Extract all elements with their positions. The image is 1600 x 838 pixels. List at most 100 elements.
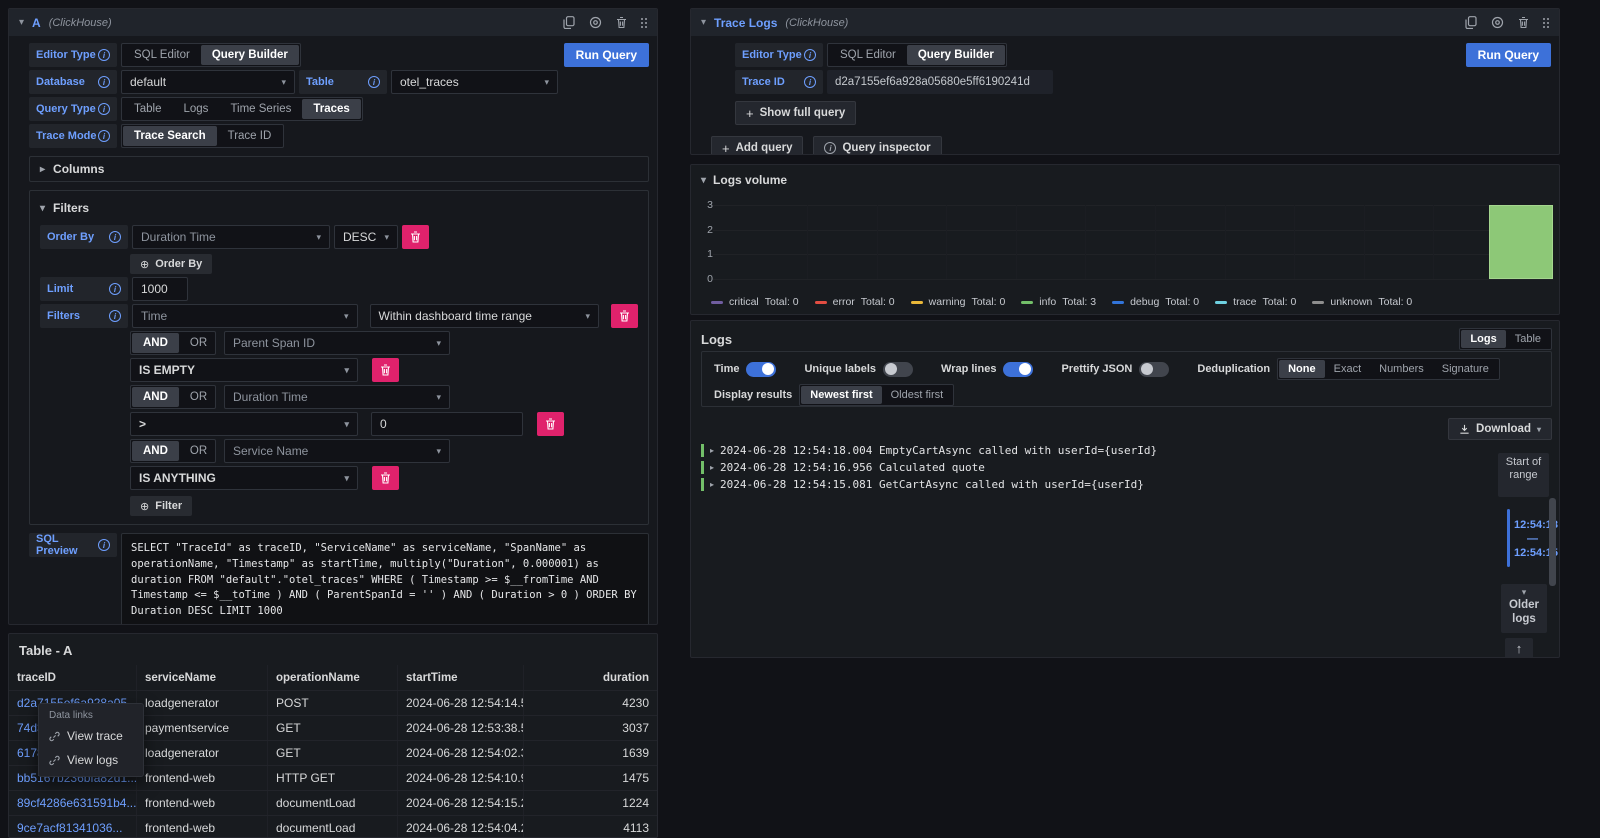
trace-id-value[interactable]: d2a7155ef6a928a05680e5ff6190241d <box>827 70 1053 94</box>
expand-log-icon[interactable]: ▸ <box>710 446 714 455</box>
prettify-json-toggle[interactable] <box>1139 362 1169 377</box>
hide-response-icon[interactable] <box>1491 16 1504 29</box>
query-ref-title[interactable]: A <box>32 16 41 30</box>
hide-response-icon[interactable] <box>589 16 602 29</box>
logs-table-view-toggle[interactable]: Logs Table <box>1459 328 1552 350</box>
wrap-lines-toggle[interactable] <box>1003 362 1033 377</box>
info-icon[interactable]: i <box>804 76 816 88</box>
legend-item-unknown[interactable]: unknownTotal: 0 <box>1312 296 1412 308</box>
show-full-query-button[interactable]: +Show full query <box>735 101 856 125</box>
deduplication-switch[interactable]: None Exact Numbers Signature <box>1277 358 1500 380</box>
view-logs-menu-item[interactable]: View logs <box>39 748 143 772</box>
query-type-logs[interactable]: Logs <box>173 99 220 119</box>
database-select[interactable]: default▾ <box>121 70 295 94</box>
log-row[interactable]: ▸2024-06-28 12:54:18.004 EmptyCartAsync … <box>701 442 1489 459</box>
condition-operator-select[interactable]: IS ANYTHING▾ <box>130 466 358 490</box>
bar-info[interactable] <box>1489 205 1553 279</box>
display-results-switch[interactable]: Newest first Oldest first <box>799 384 954 406</box>
info-icon[interactable]: i <box>368 76 380 88</box>
logs-scrollbar[interactable] <box>1549 498 1556 586</box>
trace-search-option[interactable]: Trace Search <box>123 126 217 146</box>
time-toggle[interactable] <box>746 362 776 377</box>
info-icon[interactable]: i <box>109 310 121 322</box>
and-or-switch[interactable]: ANDOR <box>130 439 216 463</box>
info-icon[interactable]: i <box>109 283 121 295</box>
table-select[interactable]: otel_traces▾ <box>391 70 558 94</box>
condition-field-select[interactable]: Duration Time▾ <box>224 385 450 409</box>
editor-type-switch[interactable]: SQL Editor Query Builder <box>827 43 1007 67</box>
collapse-chevron-icon[interactable]: ▾ <box>701 17 706 28</box>
remove-filter-button[interactable] <box>611 304 638 328</box>
and-or-switch[interactable]: ANDOR <box>130 385 216 409</box>
condition-value-input[interactable] <box>371 412 523 436</box>
add-query-button[interactable]: +Add query <box>711 136 803 155</box>
trace-mode-switch[interactable]: Trace Search Trace ID <box>121 124 284 148</box>
editor-type-switch[interactable]: SQL Editor Query Builder <box>121 43 301 67</box>
drag-handle-icon[interactable] <box>641 18 647 28</box>
drag-handle-icon[interactable] <box>1543 18 1549 28</box>
info-icon[interactable]: i <box>98 49 110 61</box>
logs-volume-section-toggle[interactable]: ▾ Logs volume <box>691 165 1559 187</box>
newest-first-option[interactable]: Newest first <box>801 386 881 404</box>
info-icon[interactable]: i <box>98 76 110 88</box>
duplicate-query-icon[interactable] <box>563 16 575 29</box>
query-type-table[interactable]: Table <box>123 99 173 119</box>
run-query-button[interactable]: Run Query <box>1466 43 1551 67</box>
expand-log-icon[interactable]: ▸ <box>710 463 714 472</box>
oldest-first-option[interactable]: Oldest first <box>882 386 953 404</box>
query-type-timeseries[interactable]: Time Series <box>219 99 302 119</box>
filter-field-select[interactable]: Time▾ <box>132 304 358 328</box>
limit-input[interactable] <box>132 277 188 301</box>
trace-id-link[interactable]: 9ce7acf81341036... <box>17 821 122 835</box>
col-operationname[interactable]: operationName <box>268 665 398 690</box>
col-servicename[interactable]: serviceName <box>137 665 268 690</box>
info-icon[interactable]: i <box>98 103 110 115</box>
unique-labels-toggle[interactable] <box>883 362 913 377</box>
delete-query-icon[interactable] <box>1518 16 1529 29</box>
duplicate-query-icon[interactable] <box>1465 16 1477 29</box>
legend-item-debug[interactable]: debugTotal: 0 <box>1112 296 1199 308</box>
col-duration[interactable]: duration <box>524 665 657 690</box>
add-filter-button[interactable]: ⊕Filter <box>130 496 192 516</box>
trace-id-option[interactable]: Trace ID <box>217 126 283 146</box>
remove-condition-button[interactable] <box>372 358 399 382</box>
remove-condition-button[interactable] <box>372 466 399 490</box>
logs-volume-chart[interactable] <box>713 205 1553 279</box>
filters-section-toggle[interactable]: ▾ Filters <box>40 199 638 217</box>
order-by-field-select[interactable]: Duration Time▾ <box>132 225 330 249</box>
dedup-numbers-option[interactable]: Numbers <box>1370 360 1433 378</box>
run-query-button[interactable]: Run Query <box>564 43 649 67</box>
expand-log-icon[interactable]: ▸ <box>710 480 714 489</box>
info-icon[interactable]: i <box>804 49 816 61</box>
query-builder-option[interactable]: Query Builder <box>201 45 299 65</box>
dedup-signature-option[interactable]: Signature <box>1433 360 1498 378</box>
dedup-exact-option[interactable]: Exact <box>1325 360 1371 378</box>
sql-editor-option[interactable]: SQL Editor <box>829 45 907 65</box>
scroll-to-top-button[interactable]: ↑ <box>1505 638 1533 658</box>
query-ref-title[interactable]: Trace Logs <box>714 16 777 30</box>
view-table-option[interactable]: Table <box>1506 330 1550 348</box>
sql-editor-option[interactable]: SQL Editor <box>123 45 201 65</box>
info-icon[interactable]: i <box>98 539 110 551</box>
order-by-direction-select[interactable]: DESC▾ <box>334 225 398 249</box>
dedup-none-option[interactable]: None <box>1279 360 1325 378</box>
legend-item-critical[interactable]: criticalTotal: 0 <box>711 296 799 308</box>
log-row[interactable]: ▸2024-06-28 12:54:15.081 GetCartAsync ca… <box>701 476 1489 493</box>
info-icon[interactable]: i <box>109 231 121 243</box>
condition-field-select[interactable]: Parent Span ID▾ <box>224 331 450 355</box>
condition-field-select[interactable]: Service Name▾ <box>224 439 450 463</box>
view-logs-option[interactable]: Logs <box>1461 330 1505 348</box>
trace-id-link[interactable]: 89cf4286e631591b4... <box>17 796 136 810</box>
log-row[interactable]: ▸2024-06-28 12:54:16.956 Calculated quot… <box>701 459 1489 476</box>
download-button[interactable]: Download ▾ <box>1448 418 1552 440</box>
legend-item-warning[interactable]: warningTotal: 0 <box>911 296 1006 308</box>
condition-operator-select[interactable]: >▾ <box>130 412 358 436</box>
older-logs-button[interactable]: ▾ Older logs <box>1501 584 1547 633</box>
query-builder-option[interactable]: Query Builder <box>907 45 1005 65</box>
filter-value-select[interactable]: Within dashboard time range▾ <box>370 304 600 328</box>
info-icon[interactable]: i <box>98 130 110 142</box>
query-inspector-button[interactable]: iQuery inspector <box>813 136 941 155</box>
query-type-switch[interactable]: Table Logs Time Series Traces <box>121 97 363 121</box>
collapse-chevron-icon[interactable]: ▾ <box>19 17 24 28</box>
remove-condition-button[interactable] <box>537 412 564 436</box>
